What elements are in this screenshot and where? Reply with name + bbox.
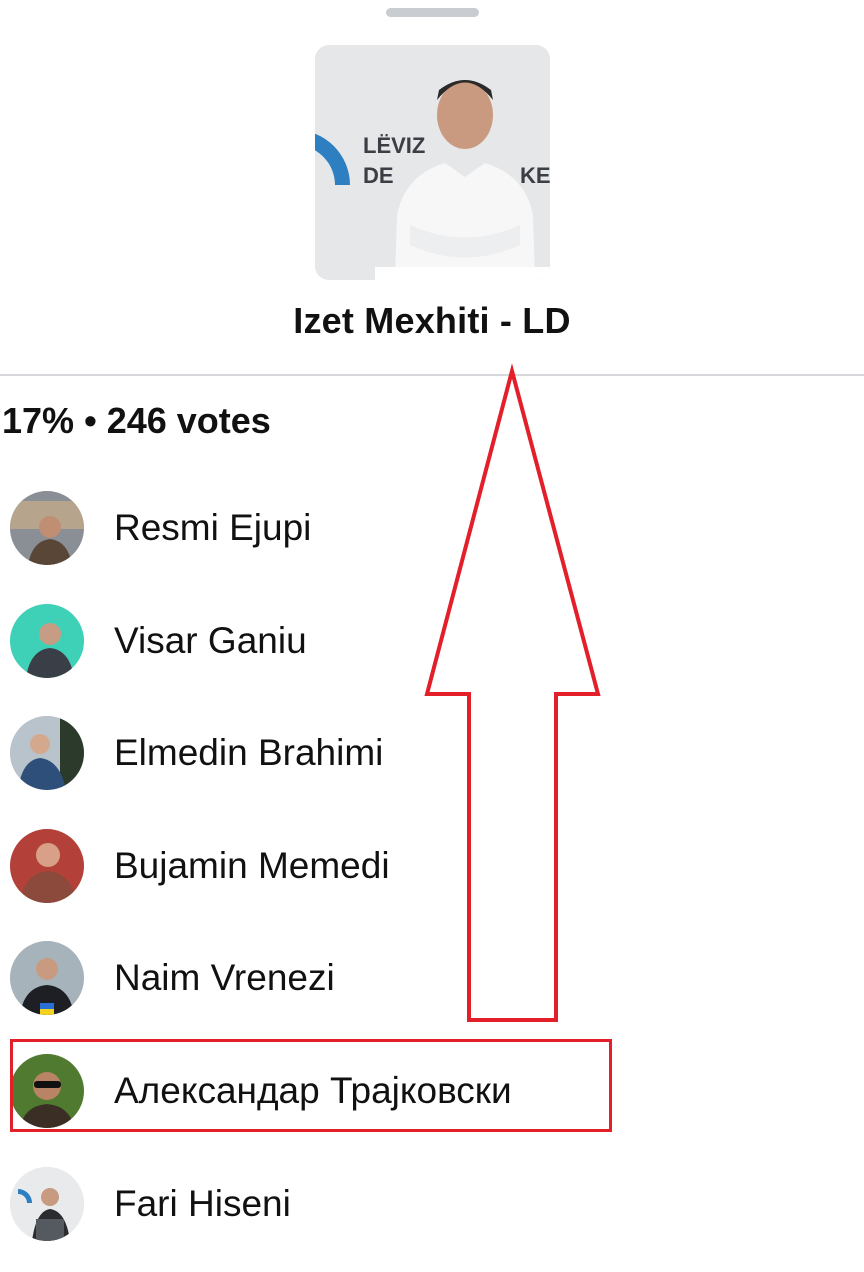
voter-name[interactable]: Fari Hiseni (114, 1183, 291, 1225)
voter-avatar[interactable] (10, 829, 84, 903)
drag-handle[interactable] (386, 8, 479, 17)
red-up-arrow (424, 363, 601, 1022)
poll-option-photo: LËVIZ DE KE (315, 45, 550, 280)
svg-text:DE: DE (363, 163, 394, 188)
vote-count: 246 votes (106, 400, 271, 441)
voter-row[interactable]: Bujamin Memedi (0, 816, 700, 916)
voter-name[interactable]: Naim Vrenezi (114, 957, 335, 999)
voter-row[interactable]: Elmedin Brahimi (0, 703, 700, 803)
svg-text:KE: KE (520, 163, 550, 188)
voter-avatar[interactable] (10, 941, 84, 1015)
voter-avatar[interactable] (10, 716, 84, 790)
voter-name[interactable]: Elmedin Brahimi (114, 732, 383, 774)
vote-stats: 17% • 246 votes (2, 400, 271, 442)
voter-avatar[interactable] (10, 604, 84, 678)
voter-name[interactable]: Visar Ganiu (114, 620, 307, 662)
voter-name[interactable]: Bujamin Memedi (114, 845, 390, 887)
voter-row[interactable]: Naim Vrenezi (0, 928, 700, 1028)
svg-text:LËVIZ: LËVIZ (363, 133, 425, 158)
highlight-box (10, 1039, 612, 1132)
voter-name[interactable]: Resmi Ejupi (114, 507, 311, 549)
voter-avatar[interactable] (10, 1167, 84, 1241)
divider (0, 374, 864, 376)
voter-avatar[interactable] (10, 491, 84, 565)
poll-option-title: Izet Mexhiti - LD (293, 300, 571, 341)
voter-row[interactable]: Resmi Ejupi (0, 478, 700, 578)
voter-row[interactable]: Fari Hiseni (0, 1154, 700, 1254)
stats-separator: • (84, 400, 97, 441)
vote-percent: 17% (2, 400, 75, 441)
voter-row[interactable]: Visar Ganiu (0, 591, 700, 691)
